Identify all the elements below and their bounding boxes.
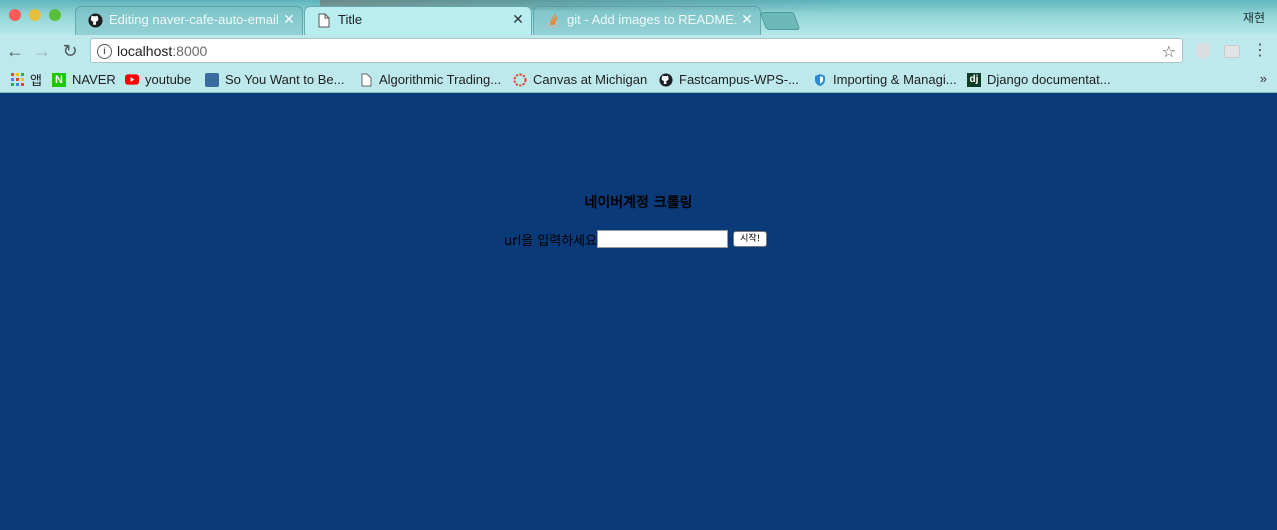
address-host: localhost	[117, 43, 173, 59]
tab-strip: Editing naver-cafe-auto-emaili ✕ Title ✕…	[0, 0, 1277, 35]
bookmark-youtube[interactable]: youtube	[125, 71, 191, 88]
shield-icon	[813, 73, 827, 87]
bookmark-canvas[interactable]: Canvas at Michigan	[513, 71, 647, 88]
new-tab-button[interactable]	[759, 12, 801, 30]
naver-icon: N	[52, 72, 66, 87]
document-icon	[316, 12, 332, 28]
stackoverflow-icon	[545, 12, 561, 28]
bookmark-label: NAVER	[72, 72, 116, 87]
page-heading: 네이버계정 크롤링	[584, 195, 693, 211]
url-form: url을 입력하세요 시작!	[504, 229, 768, 249]
bookmark-label: Django documentat...	[987, 72, 1111, 87]
bookmark-label: Importing & Managi...	[833, 72, 957, 87]
extension-icon[interactable]	[1224, 45, 1240, 58]
tab-title: Editing naver-cafe-auto-emaili	[109, 12, 279, 27]
bookmark-label: Fastcampus-WPS-...	[679, 72, 799, 87]
bookmarks-overflow-icon[interactable]: »	[1260, 71, 1267, 86]
reload-icon[interactable]: ↻	[60, 41, 80, 61]
tab-close-icon[interactable]: ✕	[510, 11, 526, 27]
site-icon	[205, 72, 219, 87]
address-text: localhost:8000	[117, 43, 207, 59]
canvas-icon	[513, 73, 527, 87]
bookmark-django[interactable]: dj Django documentat...	[967, 71, 1111, 88]
start-button[interactable]: 시작!	[733, 231, 768, 247]
bookmark-naver[interactable]: N NAVER	[52, 71, 116, 88]
apps-grid-icon	[10, 73, 24, 87]
tab-title: git - Add images to README.m	[567, 12, 737, 27]
address-port: :8000	[172, 43, 208, 59]
tab-close-icon[interactable]: ✕	[739, 11, 755, 27]
browser-toolbar: ← → ↻ i localhost:8000 ☆ ⋮	[0, 35, 1277, 67]
bookmark-so-you-want[interactable]: So You Want to Be...	[205, 71, 345, 88]
back-arrow-icon[interactable]: ←	[5, 41, 25, 61]
bookmarks-bar: 앱 N NAVER youtube So You Want to Be... A…	[0, 67, 1277, 93]
zoom-window-button[interactable]	[49, 9, 61, 21]
page-content: 네이버계정 크롤링 url을 입력하세요 시작!	[0, 93, 1277, 530]
github-icon	[659, 72, 673, 87]
bookmark-label: Algorithmic Trading...	[379, 72, 502, 87]
bookmark-fastcampus[interactable]: Fastcampus-WPS-...	[659, 71, 799, 88]
bookmark-label: 앱	[30, 73, 42, 88]
menu-dots-icon[interactable]: ⋮	[1252, 41, 1268, 61]
bookmark-algorithmic-trading[interactable]: Algorithmic Trading...	[359, 71, 501, 88]
bookmark-label: Canvas at Michigan	[533, 72, 648, 87]
bookmark-star-icon[interactable]: ☆	[1162, 42, 1176, 62]
bookmark-apps[interactable]: 앱	[10, 71, 42, 88]
profile-name[interactable]: 재현	[1243, 9, 1265, 26]
tab-git-stackoverflow[interactable]: git - Add images to README.m ✕	[533, 6, 761, 35]
address-bar[interactable]: i localhost:8000 ☆	[90, 38, 1183, 63]
bookmark-label: youtube	[145, 72, 192, 87]
url-label: url을 입력하세요	[504, 233, 598, 249]
minimize-window-button[interactable]	[29, 9, 41, 21]
url-input[interactable]	[597, 230, 729, 248]
tab-close-icon[interactable]: ✕	[281, 11, 297, 27]
youtube-icon	[125, 73, 139, 87]
tab-title: Title	[338, 12, 363, 27]
tab-title-active[interactable]: Title ✕	[304, 6, 532, 35]
close-window-button[interactable]	[9, 9, 21, 21]
shield-extension-icon[interactable]	[1196, 43, 1210, 59]
django-icon: dj	[967, 72, 981, 87]
bookmark-importing-managing[interactable]: Importing & Managi...	[813, 71, 957, 88]
github-icon	[87, 12, 103, 28]
info-icon[interactable]: i	[97, 44, 112, 59]
bookmark-label: So You Want to Be...	[225, 72, 345, 87]
tab-editing-readme[interactable]: Editing naver-cafe-auto-emaili ✕	[75, 6, 303, 35]
document-icon	[359, 73, 373, 87]
forward-arrow-icon[interactable]: →	[32, 41, 52, 61]
